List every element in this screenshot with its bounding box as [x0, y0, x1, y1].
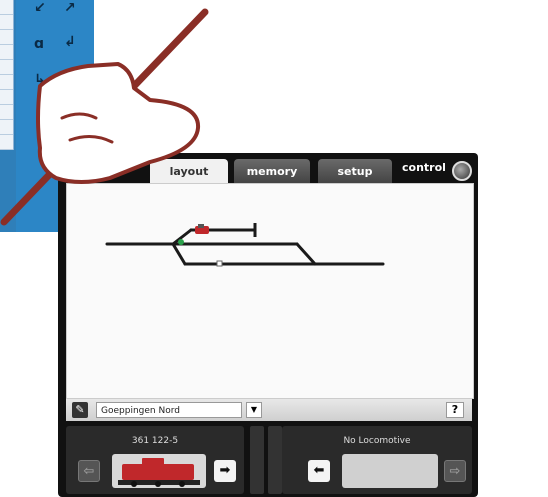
train-icon [195, 224, 209, 234]
track-tile-icon: ↗ [64, 0, 76, 16]
track-layout-canvas[interactable] [66, 183, 474, 399]
prev-loco-right-button[interactable]: ⬅ [308, 460, 330, 482]
panel-divider [250, 426, 264, 494]
switch-marker-icon [216, 260, 223, 267]
next-loco-left-button[interactable]: ➡ [214, 460, 236, 482]
track-tile-icon: ↙ [34, 0, 46, 16]
station-select[interactable]: Goeppingen Nord [96, 402, 242, 418]
prev-loco-left-button[interactable]: ⇦ [78, 460, 100, 482]
track-diagram [105, 223, 385, 267]
chevron-down-icon[interactable]: ▼ [246, 402, 262, 418]
tab-setup[interactable]: setup [318, 159, 392, 183]
locomotive-image[interactable] [112, 454, 206, 488]
track-tile-icon: ↳ [34, 72, 46, 88]
control-knob-icon[interactable] [452, 161, 472, 181]
locomotive-icon [118, 458, 200, 487]
tab-bar: layout memory setup control [58, 155, 478, 185]
next-loco-right-button[interactable]: ⇨ [444, 460, 466, 482]
wrench-icon[interactable]: ✎ [72, 402, 88, 418]
layout-toolbar: ✎ Goeppingen Nord ▼ ? [66, 399, 472, 421]
loco-panel-left: 361 122-5 ⇦ ➡ [66, 426, 244, 494]
empty-locomotive-slot[interactable] [342, 454, 438, 488]
track-tile-icon: ↲ [64, 34, 76, 50]
track-segment [295, 242, 317, 266]
loco-name-right: No Locomotive [343, 436, 411, 446]
signal-icon [178, 239, 184, 245]
loco-name-left: 361 122-5 [131, 436, 179, 446]
background-panel [0, 0, 17, 232]
track-tile-icon: ɑ [34, 36, 45, 52]
panel-divider [268, 426, 282, 494]
help-button[interactable]: ? [446, 402, 464, 418]
tab-memory[interactable]: memory [234, 159, 310, 183]
control-station-screen: layout memory setup control ✎ Goeppingen… [58, 153, 478, 497]
track-segment [171, 242, 187, 266]
control-label: control [402, 161, 446, 174]
background-list [0, 0, 14, 150]
tab-layout[interactable]: layout [150, 159, 228, 183]
loco-panel-right: No Locomotive ⬅ ⇨ [282, 426, 472, 494]
